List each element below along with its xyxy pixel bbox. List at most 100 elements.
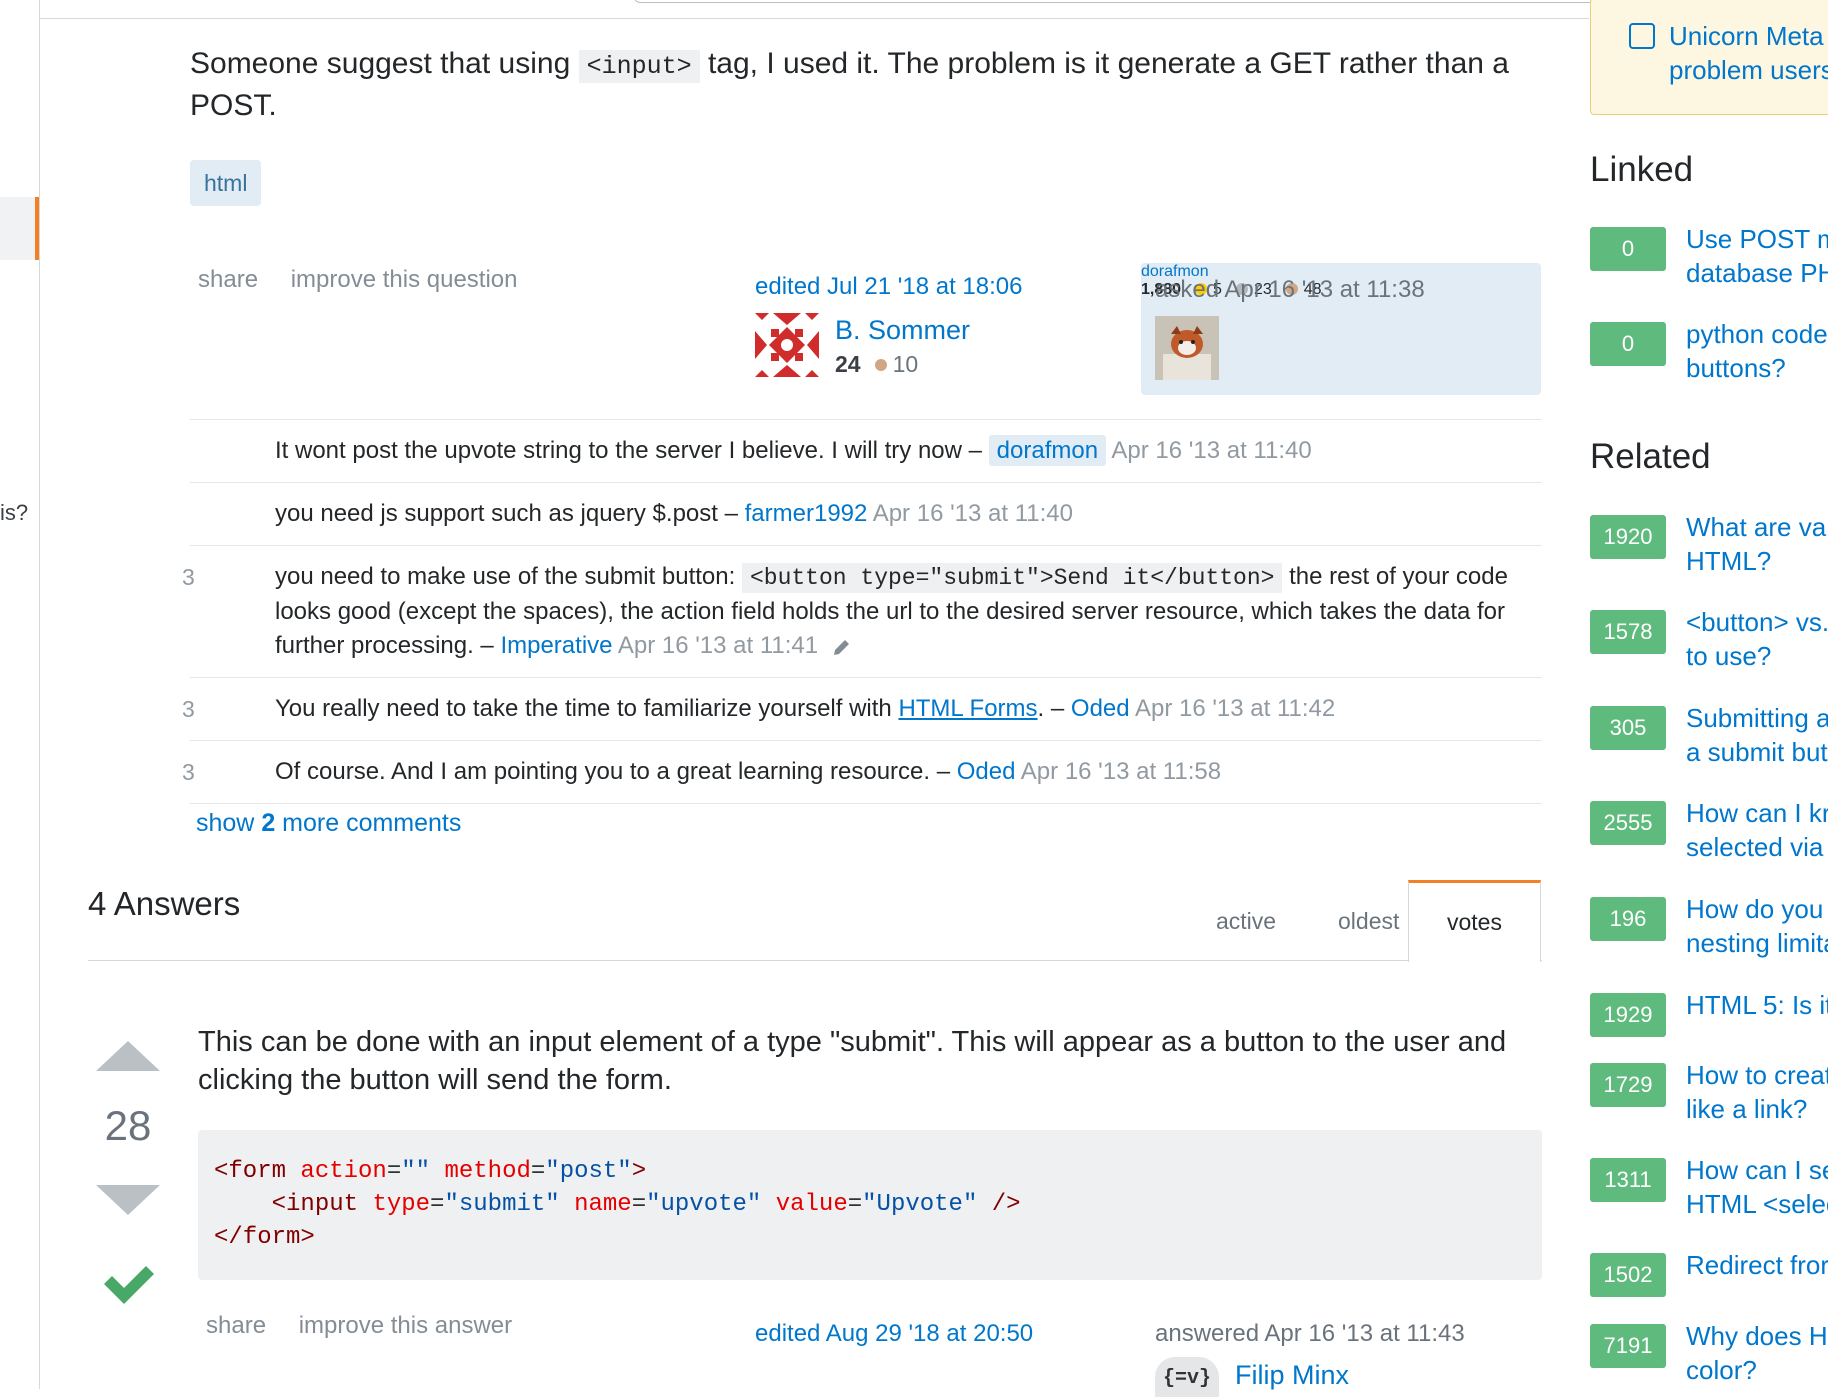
question-title-cont[interactable]: HTML <selec [1686, 1189, 1828, 1219]
right-sidebar: Unicorn Meta problem users Linked 0 Use P… [1590, 0, 1828, 1389]
question-title[interactable]: Redirect fror [1686, 1250, 1828, 1280]
question-title[interactable]: Submitting a [1686, 703, 1828, 733]
linked-heading: Linked [1590, 150, 1694, 189]
bronze-badge-icon [874, 358, 887, 371]
question-body: Someone suggest that using <input> tag, … [190, 44, 1535, 125]
comment-user[interactable]: farmer1992 [745, 500, 868, 527]
question-score-badge: 2555 [1590, 801, 1666, 845]
answerer-avatar[interactable]: {=v} [1155, 1357, 1219, 1397]
upvote-button[interactable] [96, 1041, 160, 1071]
question-title-cont[interactable]: a submit but [1686, 737, 1828, 767]
comment-user[interactable]: Imperative [500, 632, 612, 659]
question-score-badge: 0 [1590, 227, 1666, 271]
comment-list: It wont post the upvote string to the se… [182, 419, 1542, 804]
asker-avatar[interactable] [1155, 316, 1219, 380]
answered-timestamp: answered Apr 16 '13 at 11:43 [1155, 1320, 1465, 1347]
question-score-badge: 1502 [1590, 1253, 1666, 1297]
show-more-comments-link[interactable]: show 2 more comments [196, 809, 461, 838]
question-title[interactable]: python code [1686, 319, 1828, 349]
comment-date[interactable]: Apr 16 '13 at 11:58 [1021, 758, 1221, 785]
question-title-cont[interactable]: database PH [1686, 258, 1828, 288]
editor-name[interactable]: B. Sommer [835, 315, 970, 346]
question-score-badge: 1578 [1590, 610, 1666, 654]
comment-date[interactable]: Apr 16 '13 at 11:42 [1135, 695, 1335, 722]
comment: It wont post the upvote string to the se… [190, 420, 1542, 483]
downvote-button[interactable] [96, 1185, 160, 1215]
accepted-check-icon [104, 1266, 154, 1304]
left-nav-fragment: is? [0, 500, 29, 525]
question-title[interactable]: What are va [1686, 512, 1826, 542]
comment-text: You really need to take the time to fami… [275, 695, 899, 722]
comment-user[interactable]: Oded [957, 758, 1016, 785]
answer-menu: share improve this answer [206, 1312, 538, 1340]
question-score-badge: 1729 [1590, 1063, 1666, 1107]
share-link[interactable]: share [206, 1312, 266, 1339]
question-title-cont[interactable]: selected via [1686, 832, 1823, 862]
comment-score: 3 [182, 759, 195, 785]
meta-post-link[interactable]: Unicorn Meta [1669, 21, 1824, 51]
tab-active[interactable]: active [1216, 908, 1276, 935]
question-title[interactable]: How to creat [1686, 1060, 1828, 1090]
comment: 3 Of course. And I am pointing you to a … [182, 741, 1542, 804]
left-nav: is? [0, 0, 40, 1389]
meta-post-link-cont[interactable]: problem users [1669, 55, 1828, 85]
comment-date[interactable]: Apr 16 '13 at 11:40 [1111, 437, 1311, 464]
comment-user[interactable]: dorafmon [988, 435, 1107, 466]
comment: 3 you need to make use of the submit but… [182, 546, 1542, 678]
answer-code-block: <form action="" method="post"> <input ty… [198, 1130, 1542, 1280]
browser-bar-edge [634, 0, 1636, 3]
meta-community-bulletin: Unicorn Meta problem users [1590, 0, 1828, 115]
question-title[interactable]: HTML 5: Is it [1686, 990, 1828, 1020]
comment-text: Of course. And I am pointing you to a gr… [275, 758, 957, 785]
question-title-cont[interactable]: nesting limita [1686, 928, 1828, 958]
question-score-badge: 7191 [1590, 1324, 1666, 1368]
comment-date[interactable]: Apr 16 '13 at 11:41 [618, 632, 818, 659]
tab-oldest[interactable]: oldest [1338, 908, 1399, 935]
comment-text: It wont post the upvote string to the se… [275, 437, 989, 464]
question-title[interactable]: How can I se [1686, 1155, 1828, 1185]
comment-user[interactable]: Oded [1071, 695, 1130, 722]
answer-edited-timestamp[interactable]: edited Aug 29 '18 at 20:50 [755, 1320, 1033, 1348]
improve-answer-link[interactable]: improve this answer [299, 1312, 512, 1339]
html-forms-link[interactable]: HTML Forms [898, 695, 1037, 722]
question-title-cont[interactable]: HTML? [1686, 546, 1771, 576]
top-strip [39, 0, 1636, 19]
tag-html[interactable]: html [190, 160, 262, 206]
asker-card: asked Apr 16 '13 at 11:38 dorafmon 1,880… [1141, 263, 1541, 395]
question-title-cont[interactable]: like a link? [1686, 1094, 1807, 1124]
chat-bubble-icon [1629, 23, 1655, 49]
editor-rep: 24 10 [835, 351, 918, 378]
bronze-count: 10 [892, 351, 919, 377]
question-score-badge: 0 [1590, 322, 1666, 366]
answer-tabs-divider [88, 960, 1542, 961]
pencil-icon[interactable] [831, 636, 853, 658]
tab-votes[interactable]: votes [1408, 880, 1541, 962]
answerer-avatar-glyph: {=v} [1163, 1367, 1212, 1390]
related-heading: Related [1590, 437, 1711, 476]
question-title-cont[interactable]: to use? [1686, 641, 1771, 671]
question-title[interactable]: Use POST m [1686, 224, 1828, 254]
question-score-badge: 1920 [1590, 515, 1666, 559]
comment: 3 You really need to take the time to fa… [182, 678, 1542, 741]
rep-score: 24 [835, 351, 861, 377]
vote-count: 28 [104, 1102, 152, 1149]
question-title-cont[interactable]: color? [1686, 1355, 1757, 1385]
question-score-badge: 1311 [1590, 1158, 1666, 1202]
answerer-name[interactable]: Filip Minx [1235, 1360, 1349, 1391]
question-text-part: Someone suggest that using [190, 47, 579, 80]
edited-timestamp[interactable]: edited Jul 21 '18 at 18:06 [755, 273, 1022, 301]
question-title[interactable]: <button> vs. [1686, 607, 1828, 637]
question-title[interactable]: Why does H [1686, 1321, 1828, 1351]
improve-question-link[interactable]: improve this question [291, 266, 518, 293]
comment-score: 3 [182, 564, 195, 590]
question-score-badge: 305 [1590, 706, 1666, 750]
answer-body: This can be done with an input element o… [198, 1026, 1507, 1096]
share-link[interactable]: share [198, 266, 258, 293]
comment-inline-code: <button type="submit">Send it</button> [741, 563, 1283, 593]
editor-avatar[interactable] [755, 313, 819, 377]
left-nav-active-item[interactable] [0, 197, 39, 260]
question-title[interactable]: How can I kr [1686, 798, 1828, 828]
question-title-cont[interactable]: buttons? [1686, 353, 1786, 383]
question-title[interactable]: How do you [1686, 894, 1823, 924]
comment-date[interactable]: Apr 16 '13 at 11:40 [873, 500, 1073, 527]
